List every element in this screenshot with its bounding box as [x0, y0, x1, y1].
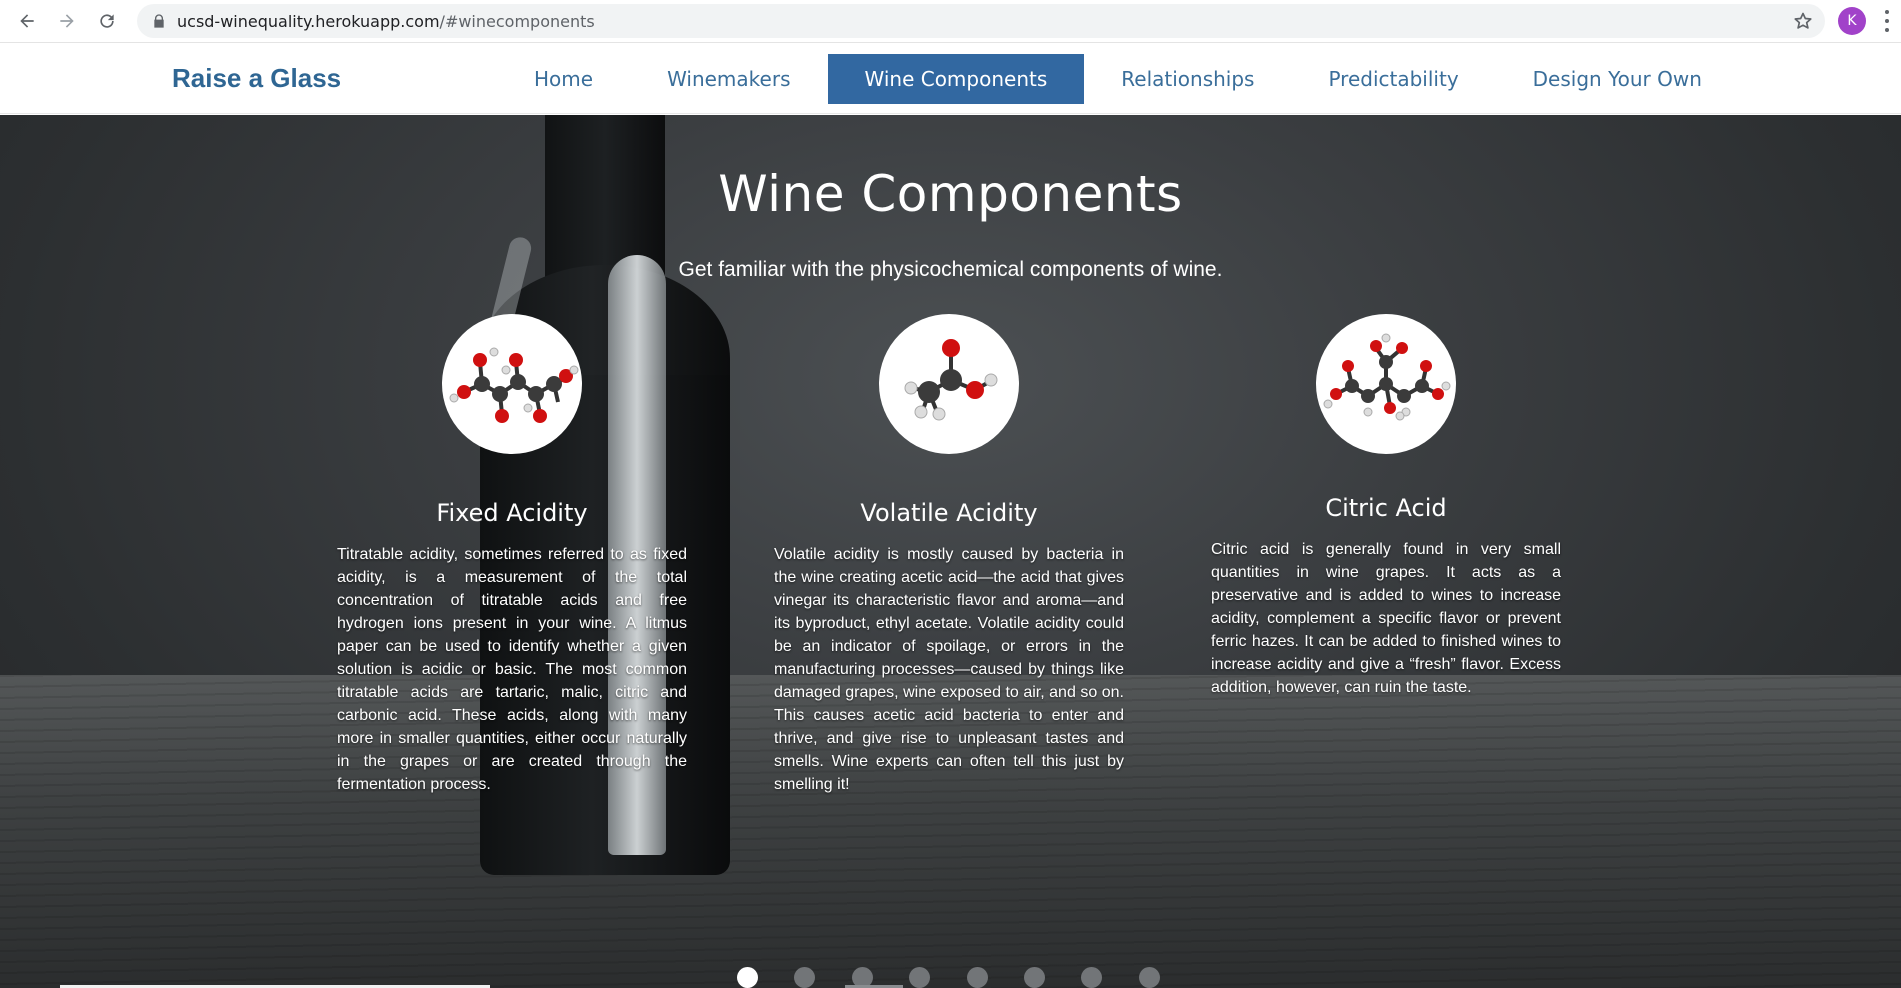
hero-section: Wine Components Get familiar with the ph…	[0, 115, 1901, 988]
nav-winemakers[interactable]: Winemakers	[630, 54, 827, 104]
forward-icon[interactable]	[54, 8, 80, 34]
nav-menu: Home Winemakers Wine Components Relation…	[497, 54, 1739, 104]
carousel-dot[interactable]	[1138, 967, 1160, 988]
carousel-dot[interactable]	[966, 967, 988, 988]
site-navbar: Raise a Glass Home Winemakers Wine Compo…	[0, 44, 1901, 114]
url-text: ucsd-winequality.herokuapp.com/#winecomp…	[177, 12, 595, 31]
page-subtitle: Get familiar with the physicochemical co…	[678, 258, 1223, 281]
url-host: ucsd-winequality.herokuapp.com	[177, 12, 440, 31]
acetic-acid-molecule-icon	[879, 314, 1019, 454]
brand-logo[interactable]: Raise a Glass	[172, 63, 341, 94]
nav-design-your-own[interactable]: Design Your Own	[1496, 54, 1739, 104]
profile-avatar[interactable]: K	[1838, 7, 1866, 35]
card-text: Volatile acidity is mostly caused by bac…	[774, 546, 1124, 793]
page-title: Wine Components	[718, 165, 1183, 223]
menu-icon[interactable]	[1883, 10, 1891, 32]
nav-predictability[interactable]: Predictability	[1291, 54, 1495, 104]
carousel-dot[interactable]	[1023, 967, 1045, 988]
card-title: Citric Acid	[1325, 494, 1447, 522]
avatar-letter: K	[1847, 13, 1857, 29]
carousel-dot[interactable]	[909, 967, 931, 988]
nav-home[interactable]: Home	[497, 54, 630, 104]
lock-icon[interactable]	[151, 13, 167, 29]
url-path: /#winecomponents	[439, 12, 595, 31]
browser-toolbar: ucsd-winequality.herokuapp.com/#winecomp…	[0, 0, 1901, 43]
tartaric-acid-molecule-icon	[442, 314, 582, 454]
reload-icon[interactable]	[94, 8, 120, 34]
carousel-dot[interactable]	[1081, 967, 1103, 988]
card-text: Titratable acidity, sometimes referred t…	[337, 546, 687, 793]
carousel-dot[interactable]	[737, 967, 758, 988]
card-text: Citric acid is generally found in very s…	[1211, 541, 1561, 696]
address-bar[interactable]: ucsd-winequality.herokuapp.com/#winecomp…	[137, 4, 1825, 38]
back-icon[interactable]	[14, 8, 40, 34]
card-title: Volatile Acidity	[860, 499, 1038, 527]
nav-relationships[interactable]: Relationships	[1084, 54, 1291, 104]
star-icon[interactable]	[1793, 11, 1813, 31]
carousel-indicators	[737, 967, 1196, 988]
nav-wine-components[interactable]: Wine Components	[827, 54, 1085, 104]
carousel-dot[interactable]	[794, 967, 816, 988]
citric-acid-molecule-icon	[1316, 314, 1456, 454]
card-title: Fixed Acidity	[436, 499, 588, 527]
